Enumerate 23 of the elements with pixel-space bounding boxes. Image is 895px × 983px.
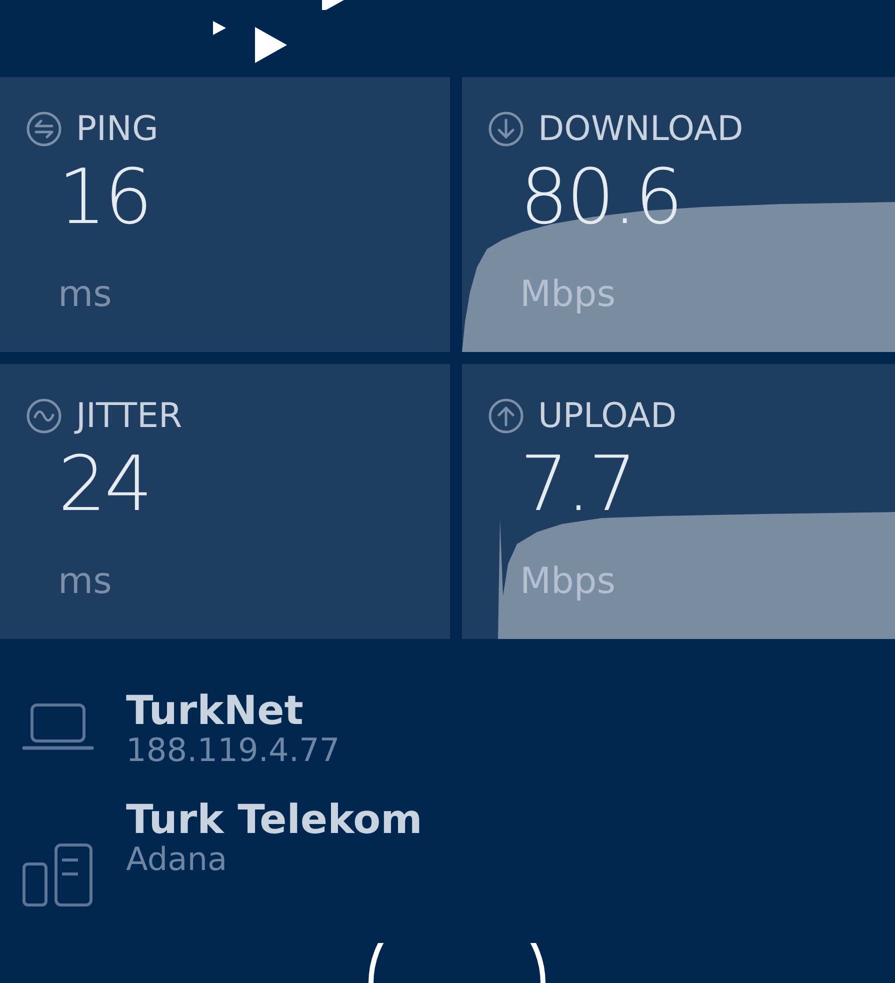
metric-unit: ms [58, 564, 112, 600]
metric-label: DOWNLOAD [538, 112, 744, 146]
laptop-icon [22, 703, 94, 751]
provider-detail: 188.119.4.77 [126, 733, 340, 768]
provider-name: Turk Telekom [126, 798, 422, 842]
metric-unit: ms [58, 277, 112, 313]
metric-unit: Mbps [520, 564, 616, 600]
metric-value: 24 [58, 446, 151, 522]
wave-icon [26, 398, 62, 434]
metric-value: 7.7 [520, 446, 635, 522]
upload-icon [488, 398, 524, 434]
metric-value: 16 [58, 159, 151, 235]
start-button[interactable] [367, 943, 547, 983]
provider-name: TurkNet [126, 689, 304, 733]
metric-label: JITTER [76, 399, 182, 433]
metric-unit: Mbps [520, 277, 616, 313]
devices-icon [22, 843, 94, 908]
metric-value: 80.6 [520, 159, 682, 235]
swap-icon [26, 111, 62, 147]
download-icon [488, 111, 524, 147]
provider-detail: Adana [126, 842, 228, 878]
metric-label: PING [76, 112, 158, 146]
metric-label: UPLOAD [538, 399, 677, 433]
